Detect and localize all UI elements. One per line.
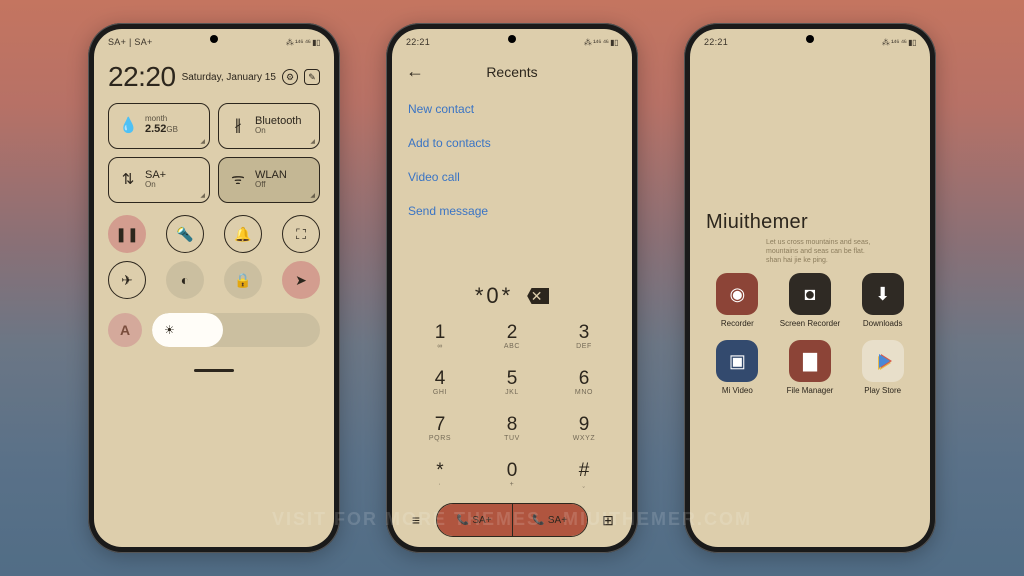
clock-date: Saturday, January 15 [182, 72, 276, 83]
app-downloads[interactable]: ⬇ Downloads [851, 273, 914, 328]
toggle-airplane[interactable]: ✈ [108, 261, 146, 299]
key-9[interactable]: 9WXYZ [548, 405, 620, 451]
drag-handle[interactable] [194, 369, 234, 372]
clock-time: 22:20 [108, 61, 176, 93]
status-left: SA+ | SA+ [108, 37, 153, 47]
key-8[interactable]: 8TUV [476, 405, 548, 451]
toggle-dnd[interactable]: 🔔 [224, 215, 262, 253]
key-2[interactable]: 2ABC [476, 313, 548, 359]
action-video-call[interactable]: Video call [408, 160, 616, 194]
number-display: *0* ✕ [392, 283, 632, 309]
edit-icon[interactable]: ✎ [304, 69, 320, 85]
key-4[interactable]: 4GHI [404, 359, 476, 405]
app-label: File Manager [779, 386, 842, 395]
call-sim1[interactable]: 📞 SA+ [437, 504, 512, 536]
tile-data-usage[interactable]: 💧 month 2.52GB [108, 103, 210, 149]
user-avatar[interactable]: A [108, 313, 142, 347]
mi-video-icon: ▣ [716, 340, 758, 382]
phone-control-center: SA+ | SA+ ⁂ ¹⁴⁶ ⁴⁶ ▮▯ 22:20 Saturday, Ja… [88, 23, 340, 553]
recorder-icon: ◉ [716, 273, 758, 315]
entered-number: *0* [475, 283, 513, 309]
folder-title: Miuithemer [706, 211, 914, 234]
key-1[interactable]: 1∞ [404, 313, 476, 359]
status-right: ⁂ ¹⁴⁶ ⁴⁶ ▮▯ [882, 38, 916, 47]
key-3[interactable]: 3DEF [548, 313, 620, 359]
tile-sim[interactable]: ⇅ SA+ On [108, 157, 210, 203]
app-grid: ◉ Recorder ◘ Screen Recorder ⬇ Downloads ▣ Mi V… [706, 273, 914, 395]
bluetooth-icon: ∦ [229, 116, 247, 134]
dial-pad: 1∞2ABC3DEF 4GHI5JKL6MNO 7PQRS8TUV9WXYZ *·0+… [392, 313, 632, 497]
downloads-icon: ⬇ [862, 273, 904, 315]
status-right: ⁂ ¹⁴⁶ ⁴⁶ ▮▯ [584, 38, 618, 47]
backspace-icon[interactable]: ✕ [527, 288, 549, 304]
app-play-store[interactable]: Play Store [851, 340, 914, 395]
tile-wlan[interactable]: ᯤ WLAN Off [218, 157, 320, 203]
wifi-icon: ᯤ [229, 169, 247, 189]
brightness-slider[interactable]: ☀ [152, 313, 320, 347]
dialpad-toggle-icon[interactable]: ⊞ [596, 512, 620, 529]
app-label: Mi Video [706, 386, 769, 395]
toggle-flashlight[interactable]: 🔦 [166, 215, 204, 253]
action-send-message[interactable]: Send message [408, 194, 616, 228]
toggle-vibrate[interactable]: ❚❚ [108, 215, 146, 253]
tile-bluetooth[interactable]: ∦ Bluetooth On [218, 103, 320, 149]
page-title: Recents [406, 64, 618, 80]
front-camera [508, 35, 516, 43]
app-label: Recorder [706, 319, 769, 328]
app-screen-recorder[interactable]: ◘ Screen Recorder [779, 273, 842, 328]
clock-row: 22:20 Saturday, January 15 ⚙ ✎ [108, 61, 320, 93]
brightness-icon: ☀ [164, 323, 175, 337]
sim-swap-icon: ⇅ [119, 170, 137, 188]
app-recorder[interactable]: ◉ Recorder [706, 273, 769, 328]
menu-icon[interactable]: ≡ [404, 512, 428, 528]
phone-dialer: 22:21 ⁂ ¹⁴⁶ ⁴⁶ ▮▯ ← Recents New contact … [386, 23, 638, 553]
app-label: Play Store [851, 386, 914, 395]
wallpaper-text: Let us cross mountains and seas,mountain… [706, 238, 914, 273]
front-camera [210, 35, 218, 43]
front-camera [806, 35, 814, 43]
toggle-screenshot[interactable]: ⛶ [282, 215, 320, 253]
key-*[interactable]: *· [404, 451, 476, 497]
status-time: 22:21 [704, 37, 728, 47]
file-manager-icon: ▇ [789, 340, 831, 382]
app-label: Downloads [851, 319, 914, 328]
call-button[interactable]: 📞 SA+ 📞 SA+ [436, 503, 588, 537]
play-store-icon [862, 340, 904, 382]
screen-recorder-icon: ◘ [789, 273, 831, 315]
app-file-manager[interactable]: ▇ File Manager [779, 340, 842, 395]
key-0[interactable]: 0+ [476, 451, 548, 497]
action-add-to-contacts[interactable]: Add to contacts [408, 126, 616, 160]
action-new-contact[interactable]: New contact [408, 92, 616, 126]
settings-icon[interactable]: ⚙ [282, 69, 298, 85]
call-sim2[interactable]: 📞 SA+ [512, 504, 588, 536]
status-time: 22:21 [406, 37, 430, 47]
key-5[interactable]: 5JKL [476, 359, 548, 405]
key-6[interactable]: 6MNO [548, 359, 620, 405]
toggle-location[interactable]: ➤ [282, 261, 320, 299]
app-label: Screen Recorder [779, 319, 842, 328]
key-#[interactable]: #ˬ [548, 451, 620, 497]
key-7[interactable]: 7PQRS [404, 405, 476, 451]
toggle-auto-brightness[interactable]: ◐ [166, 261, 204, 299]
status-right: ⁂ ¹⁴⁶ ⁴⁶ ▮▯ [286, 38, 320, 47]
phone-home: 22:21 ⁂ ¹⁴⁶ ⁴⁶ ▮▯ Miuithemer Let us cros… [684, 23, 936, 553]
drop-icon: 💧 [119, 116, 137, 134]
app-mi-video[interactable]: ▣ Mi Video [706, 340, 769, 395]
toggle-lock[interactable]: 🔒 [224, 261, 262, 299]
contact-actions: New contact Add to contacts Video call S… [392, 88, 632, 232]
